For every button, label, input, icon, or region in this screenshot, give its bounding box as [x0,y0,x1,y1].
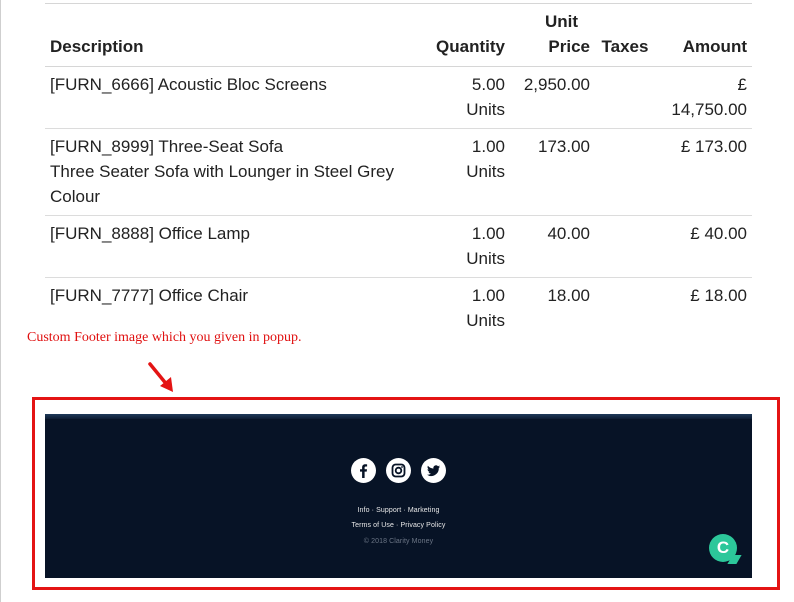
invoice-lines-table: Description Quantity Unit Price Taxes Am… [45,4,752,339]
twitter-icon[interactable] [421,458,446,483]
social-icons [351,458,446,484]
row-quantity-unit: Units [466,100,505,119]
header-unit-price: Unit Price [510,4,595,67]
row-quantity-value: 1.00 [471,286,505,305]
row-taxes [595,66,655,129]
row-description-line: [FURN_8888] Office Lamp [50,224,250,243]
row-unit-price: 2,950.00 [510,66,595,129]
annotation-arrow-icon [148,362,173,392]
row-quantity-unit: Units [466,311,505,330]
row-quantity: 1.00 Units [425,215,510,278]
row-quantity-unit: Units [466,162,505,181]
row-quantity-value: 5.00 [471,75,505,94]
row-quantity: 5.00 Units [425,66,510,129]
table-row: [FURN_8888] Office Lamp 1.00 Units 40.00… [45,215,752,278]
row-taxes [595,278,655,340]
facebook-icon[interactable] [351,458,376,483]
chat-bubble-letter: C [716,538,730,557]
row-quantity-value: 1.00 [471,224,505,243]
header-unit-price-line1: Unit [544,12,579,31]
row-quantity: 1.00 Units [425,278,510,340]
row-amount: £ 173.00 [655,128,752,216]
table-header-row: Description Quantity Unit Price Taxes Am… [45,4,752,67]
row-quantity: 1.00 Units [425,128,510,216]
row-description: [FURN_6666] Acoustic Bloc Screens [45,66,425,129]
row-description: [FURN_8999] Three-Seat Sofa Three Seater… [45,128,425,216]
row-amount: £ 40.00 [655,215,752,278]
row-taxes [595,215,655,278]
row-amount: £ 18.00 [690,286,747,305]
header-amount: Amount [655,4,752,67]
row-quantity-value: 1.00 [471,137,505,156]
row-taxes [595,128,655,216]
table-row: [FURN_6666] Acoustic Bloc Screens 5.00 U… [45,66,752,129]
row-unit-price: 173.00 [510,128,595,216]
header-taxes: Taxes [595,4,655,67]
page-left-border [0,0,1,602]
annotation-note: Custom Footer image which you given in p… [27,330,302,345]
footer-links-legal: Terms of Use · Privacy Policy [351,522,446,529]
footer-copyright: © 2018 Clarity Money [363,538,434,545]
footer-top-band [45,414,752,419]
header-quantity: Quantity [425,4,510,67]
row-unit-price: 18.00 [547,286,590,305]
instagram-icon[interactable] [386,458,411,483]
row-quantity-unit: Units [466,249,505,268]
footer-links-primary: Info · Support · Marketing [357,507,440,514]
chat-bubble-icon[interactable]: C [709,534,737,562]
row-description-line: [FURN_7777] Office Chair [50,286,249,305]
row-description-line: [FURN_6666] Acoustic Bloc Screens [50,75,327,94]
row-description: [FURN_8888] Office Lamp [45,215,425,278]
row-description-line: [FURN_8999] Three-Seat Sofa [50,137,284,156]
table-row: [FURN_8999] Three-Seat Sofa Three Seater… [45,128,752,216]
header-description: Description [45,4,425,67]
row-amount: £ 14,750.00 [655,66,752,129]
header-unit-price-line2: Price [548,37,590,56]
row-description-detail: Three Seater Sofa with Lounger in Steel … [50,162,394,206]
row-unit-price: 40.00 [510,215,595,278]
custom-footer-image: Info · Support · Marketing Terms of Use … [45,414,752,578]
